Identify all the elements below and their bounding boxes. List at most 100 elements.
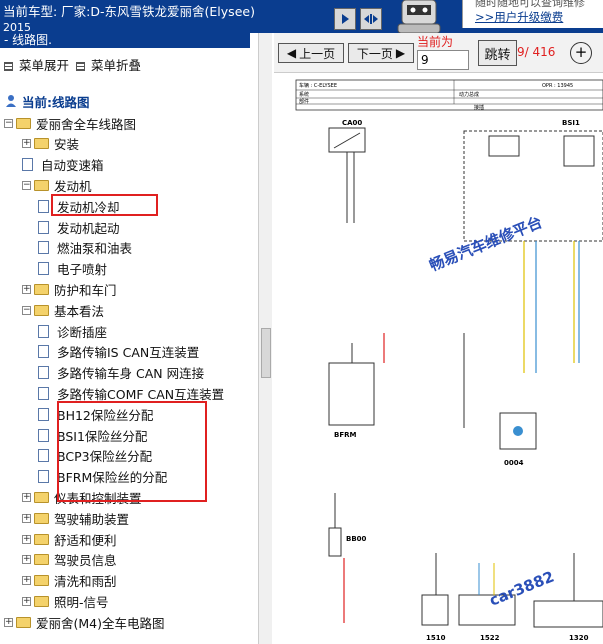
tree-item[interactable]: − 爱丽舍全车线路图 (4, 113, 136, 133)
prev-page-button[interactable]: ◀ 上一页 (278, 43, 344, 63)
expand-node-icon[interactable]: + (22, 555, 31, 565)
tree-item[interactable]: + 安装 (22, 134, 79, 154)
next-label: 下一页 (356, 46, 393, 61)
expand-all-button[interactable]: 菜单展开 (4, 55, 69, 74)
c1320-label: 1320 (569, 634, 589, 642)
collapse-all-button[interactable]: 菜单折叠 (76, 55, 141, 74)
tree-item-label: 照明-信号 (54, 594, 109, 610)
folder-icon (34, 138, 49, 150)
folder-icon (34, 554, 49, 566)
tree-item[interactable]: − 基本看法 (22, 300, 104, 320)
expand-icon (4, 62, 13, 71)
tree-item[interactable]: 燃油泵和油表 (38, 238, 132, 258)
page-total: 9/ 416 (517, 45, 556, 59)
expand-node-icon[interactable]: + (22, 513, 31, 523)
folder-icon (34, 283, 49, 295)
tree-item-label: 安装 (54, 137, 80, 153)
tree-item[interactable]: 发动机起动 (38, 217, 120, 237)
collapse-panel-button[interactable] (334, 8, 356, 30)
expand-node-icon[interactable]: + (22, 492, 31, 502)
expand-panel-button[interactable] (360, 8, 382, 30)
folder-icon (34, 533, 49, 545)
tree-item[interactable]: + 舒适和便利 (22, 529, 117, 549)
tree-item[interactable]: 诊断插座 (38, 321, 107, 341)
zoom-in-icon[interactable]: + (570, 42, 592, 64)
collapse-node-icon[interactable]: − (4, 118, 13, 128)
tree-item[interactable]: + 清洗和雨刮 (22, 571, 117, 591)
person-icon (6, 95, 16, 107)
document-icon (38, 262, 49, 276)
upgrade-ad[interactable]: 随时随地可以查询维修 >>用户升级缴费 (462, 0, 603, 28)
next-page-button[interactable]: 下一页 ▶ (348, 43, 414, 63)
diagram-system-label: 系统 (299, 91, 309, 98)
scroll-thumb[interactable] (261, 328, 271, 378)
tree-item-label: 舒适和便利 (54, 532, 117, 548)
page-label: 当前为 (417, 35, 454, 49)
tree-item[interactable]: 多路传输车身 CAN 网连接 (38, 363, 204, 383)
diagram-opr-label: OPR : 13945 (542, 83, 573, 89)
jump-button[interactable]: 跳转 (478, 40, 517, 66)
scrollbar[interactable] (258, 33, 272, 644)
diagram-car-label: 车辆 : C-ELYSEE (299, 82, 337, 89)
tree-item-label: 发动机 (54, 178, 92, 194)
collapse-icon (76, 62, 85, 71)
collapse-node-icon[interactable]: − (22, 180, 31, 190)
document-icon (22, 158, 33, 172)
folder-icon (34, 491, 49, 503)
c1510-label: 1510 (426, 634, 446, 642)
next-arrow-icon: ▶ (395, 46, 406, 60)
tree-item[interactable]: + 爱丽舍(M4)全车电路图 (4, 612, 165, 632)
tree-item-label: 诊断插座 (57, 324, 108, 340)
split-arrows-icon (364, 14, 378, 24)
tree-item-label: 基本看法 (54, 303, 105, 319)
expand-node-icon[interactable]: + (22, 576, 31, 586)
expand-node-icon[interactable]: + (4, 617, 13, 627)
bfrm-label: BFRM (334, 431, 357, 439)
bfrm-component: BFRM (328, 333, 465, 439)
tree-item[interactable]: + 照明-信号 (22, 591, 109, 611)
document-icon (38, 324, 49, 338)
0004-component: 0004 (499, 412, 537, 467)
tree-item[interactable]: 自动变速箱 (22, 155, 104, 175)
tree-item[interactable]: + 驾驶员信息 (22, 550, 117, 570)
document-icon (38, 241, 49, 255)
collapse-node-icon[interactable]: − (22, 305, 31, 315)
diagram-part-label: 部件 (299, 98, 309, 105)
viewer-toolbar: ◀ 上一页 下一页 ▶ 当前为 9 跳转 9/ 416 + (274, 33, 603, 73)
document-icon (38, 470, 49, 484)
highlight-box (57, 401, 207, 502)
tree-item[interactable]: 电子喷射 (38, 259, 107, 279)
collapse-all-label: 菜单折叠 (91, 58, 142, 73)
tree-item-label: 电子喷射 (57, 262, 108, 278)
panel-tab[interactable]: - 线路图. (0, 33, 250, 48)
upgrade-link[interactable]: >>用户升级缴费 (475, 9, 603, 25)
robot-mascot-icon (388, 0, 448, 34)
tree-item[interactable]: + 防护和车门 (22, 279, 117, 299)
arrow-right-icon (342, 14, 349, 24)
tree-item-label: 爱丽舍(M4)全车电路图 (36, 615, 165, 631)
folder-icon (34, 595, 49, 607)
expand-node-icon[interactable]: + (22, 534, 31, 544)
page-number-input[interactable]: 9 (417, 50, 469, 70)
expand-node-icon[interactable]: + (22, 284, 31, 294)
tree-current[interactable]: 当前:线路图 (4, 91, 90, 111)
c1522-label: 1522 (480, 634, 500, 642)
current-model-title: 当前车型: 厂家:D-东风雪铁龙爱丽舍(Elysee) (3, 4, 255, 19)
tree-item[interactable]: + 驾驶辅助装置 (22, 508, 129, 528)
expand-node-icon[interactable]: + (22, 139, 31, 149)
expand-node-icon[interactable]: + (22, 596, 31, 606)
document-icon (38, 345, 49, 359)
tree-item-label: 清洗和雨刮 (54, 574, 117, 590)
tree-current-label: 当前:线路图 (22, 94, 90, 110)
tree-item-label: 燃油泵和油表 (57, 241, 133, 257)
wiring-diagram[interactable]: 车辆 : C-ELYSEE OPR : 13945 系统 动力总成 部件 接插 … (274, 73, 603, 644)
tree-item[interactable]: 多路传输IS CAN互连装置 (38, 342, 199, 362)
tree-item-label: 爱丽舍全车线路图 (36, 116, 137, 132)
ca00-component: CA00 (328, 119, 366, 223)
folder-icon (34, 575, 49, 587)
tree-item[interactable]: − 发动机 (22, 175, 92, 195)
ca00-label: CA00 (342, 119, 362, 127)
tree-item-label: 自动变速箱 (41, 158, 104, 174)
folder-icon (34, 512, 49, 524)
document-icon (38, 449, 49, 463)
